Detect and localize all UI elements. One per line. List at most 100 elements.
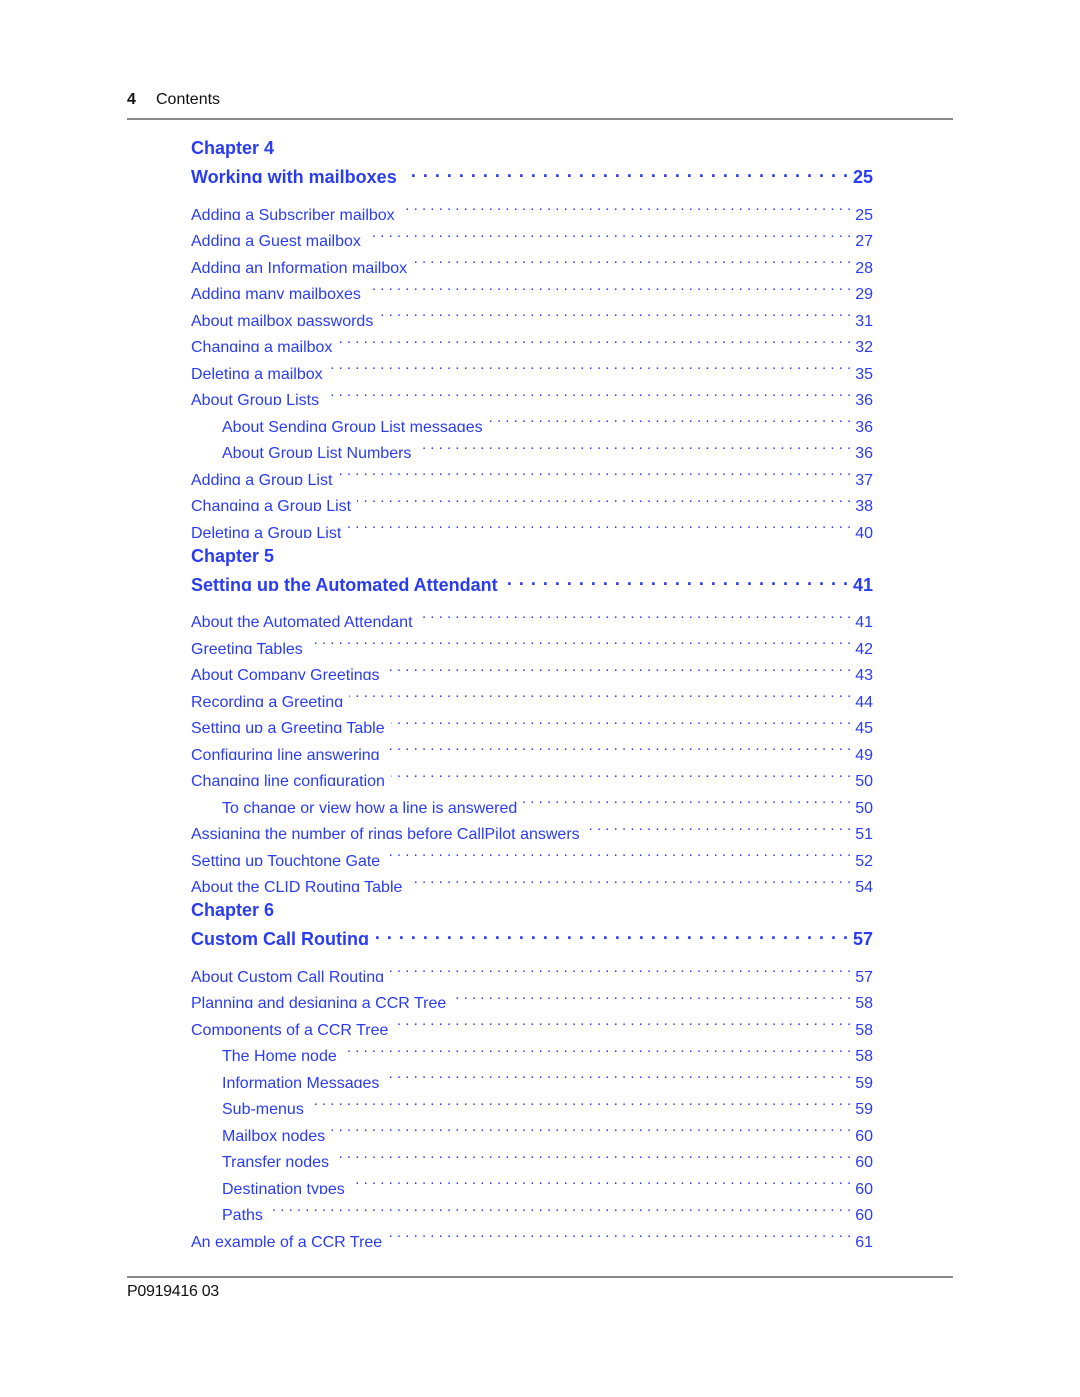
toc-subsection-link[interactable]: Mailbox nodes 60 <box>191 1114 873 1141</box>
dot-leader <box>388 1220 851 1247</box>
entry-title: Planning and designing a CCR Tree <box>191 995 447 1008</box>
chapter-block: Chapter 4Working with mailboxes25 Adding … <box>191 137 873 538</box>
toc-section-link[interactable]: Deleting a Group List 40 <box>191 511 873 538</box>
table-of-contents: Chapter 4Working with mailboxes25 Adding … <box>191 137 873 1247</box>
entry-page-number: 51 <box>855 826 873 839</box>
toc-section-link[interactable]: Adding an Information mailbox 28 <box>191 246 873 273</box>
entry-page-number: 36 <box>855 445 873 458</box>
toc-section-link[interactable]: Changing line configuration 50 <box>191 760 873 787</box>
entry-title: About Company Greetings <box>191 667 380 680</box>
dot-leader <box>391 707 852 734</box>
dot-leader <box>391 760 851 787</box>
chapter-title-link[interactable]: Working with mailboxes 25 <box>191 160 873 183</box>
entry-page-number: 27 <box>855 233 873 246</box>
entry-title: Information Messages <box>222 1074 380 1088</box>
entry-page-number: 32 <box>855 339 873 352</box>
entry-page-number: 57 <box>855 968 873 982</box>
entry-title: Changing a mailbox <box>191 339 333 352</box>
toc-section-link[interactable]: Changing a Group List 38 <box>191 485 873 512</box>
toc-section-link[interactable]: An example of a CCR Tree 61 <box>191 1220 873 1247</box>
chapter-title: Setting up the Automated Attendant <box>191 574 498 591</box>
toc-section-link[interactable]: Deleting a mailbox 35 <box>191 352 873 379</box>
chapter-title-link[interactable]: Setting up the Automated Attendant 41 <box>191 568 873 591</box>
entry-page-number: 59 <box>855 1101 873 1114</box>
toc-section-link[interactable]: Assigning the number of rings before Cal… <box>191 813 873 839</box>
entry-page-number: 29 <box>855 286 873 299</box>
entry-title: Adding an Information mailbox <box>191 259 408 273</box>
chapter-title-link[interactable]: Custom Call Routing 57 <box>191 922 873 945</box>
toc-section-link[interactable]: Recording a Greeting 44 <box>191 680 873 707</box>
toc-section-link[interactable]: About Group Lists 36 <box>191 379 873 406</box>
toc-subsection-link[interactable]: The Home node 58 <box>191 1035 873 1061</box>
toc-section-link[interactable]: Adding a Group List 37 <box>191 458 873 485</box>
toc-section-link[interactable]: Adding many mailboxes 29 <box>191 273 873 299</box>
toc-section-link[interactable]: Configuring line answering 49 <box>191 733 873 760</box>
entry-page-number: 31 <box>855 312 873 326</box>
entry-title: Deleting a Group List <box>191 524 342 538</box>
entry-title: Assigning the number of rings before Cal… <box>191 826 580 839</box>
entry-title: About Group Lists <box>191 392 320 405</box>
entry-title: About Group List Numbers <box>222 445 412 458</box>
entry-page-number: 38 <box>855 498 873 511</box>
toc-subsection-link[interactable]: Transfer nodes 60 <box>191 1141 873 1167</box>
dot-leader <box>452 982 851 1009</box>
entry-title: Configuring line answering <box>191 746 380 760</box>
footer-rule <box>127 1276 953 1278</box>
toc-section-link[interactable]: Planning and designing a CCR Tree 58 <box>191 982 873 1009</box>
toc-section-link[interactable]: About Custom Call Routing 57 <box>191 955 873 982</box>
entry-page-number: 60 <box>855 1207 873 1220</box>
entry-page-number: 50 <box>855 799 873 813</box>
toc-section-link[interactable]: Changing a mailbox 32 <box>191 326 873 352</box>
toc-section-link[interactable]: Components of a CCR Tree 58 <box>191 1008 873 1035</box>
toc-subsection-link[interactable]: Information Messages 59 <box>191 1061 873 1088</box>
entry-title: Greeting Tables <box>191 640 303 654</box>
entry-page-number: 59 <box>855 1074 873 1088</box>
toc-subsection-link[interactable]: Destination types 60 <box>191 1167 873 1194</box>
dot-leader <box>408 866 851 893</box>
entry-title: Setting up a Greeting Table <box>191 720 385 733</box>
toc-section-link[interactable]: Setting up a Greeting Table 45 <box>191 707 873 734</box>
toc-section-link[interactable]: Greeting Tables 42 <box>191 627 873 654</box>
entry-title: An example of a CCR Tree <box>191 1233 383 1247</box>
chapter-label[interactable]: Chapter 6 <box>191 899 873 922</box>
dot-leader <box>394 1008 851 1035</box>
entry-title: About the CLID Routing Table <box>191 879 403 892</box>
chapter-label[interactable]: Chapter 5 <box>191 545 873 568</box>
dot-leader <box>325 379 851 406</box>
page-number: 4 <box>127 91 136 108</box>
entry-title: About Custom Call Routing <box>191 968 384 982</box>
toc-section-link[interactable]: About the Automated Attendant 41 <box>191 601 873 627</box>
dot-leader <box>401 193 852 220</box>
dot-leader <box>357 485 851 512</box>
chapter-label[interactable]: Chapter 4 <box>191 137 873 160</box>
dot-leader <box>309 627 851 654</box>
dot-leader <box>349 680 851 707</box>
entry-title: About mailbox passwords <box>191 312 374 326</box>
entry-page-number: 52 <box>855 852 873 866</box>
toc-section-link[interactable]: Adding a Subscriber mailbox 25 <box>191 193 873 220</box>
document-code: P0919416 03 <box>127 1283 219 1300</box>
toc-section-link[interactable]: About Company Greetings 43 <box>191 654 873 680</box>
entry-page-number: 41 <box>855 614 873 627</box>
entry-page-number: 36 <box>855 392 873 405</box>
toc-section-link[interactable]: Setting up Touchtone Gate 52 <box>191 839 873 866</box>
chapter-block: Chapter 5 Setting up the Automated Attend… <box>191 545 873 893</box>
toc-section-link[interactable]: Adding a Guest mailbox 27 <box>191 220 873 246</box>
entry-title: To change or view how a line is answered <box>222 799 518 813</box>
toc-section-link[interactable]: About mailbox passwords 31 <box>191 299 873 326</box>
dot-leader <box>269 1194 851 1221</box>
entry-page-number: 28 <box>855 259 873 273</box>
entry-title: Sub-menus <box>222 1101 304 1114</box>
entry-page-number: 44 <box>855 693 873 707</box>
toc-subsection-link[interactable]: About Sending Group List messages 36 <box>191 405 873 432</box>
dot-leader <box>403 160 849 183</box>
toc-subsection-link[interactable]: Sub-menus 59 <box>191 1088 873 1114</box>
entry-page-number: 35 <box>855 365 873 379</box>
dot-leader <box>417 432 851 459</box>
toc-subsection-link[interactable]: Paths 60 <box>191 1194 873 1221</box>
entry-page-number: 60 <box>855 1180 873 1194</box>
toc-subsection-link[interactable]: To change or view how a line is answered… <box>191 786 873 813</box>
toc-section-link[interactable]: About the CLID Routing Table 54 <box>191 866 873 893</box>
entry-title: Adding a Group List <box>191 471 333 485</box>
toc-subsection-link[interactable]: About Group List Numbers 36 <box>191 432 873 459</box>
